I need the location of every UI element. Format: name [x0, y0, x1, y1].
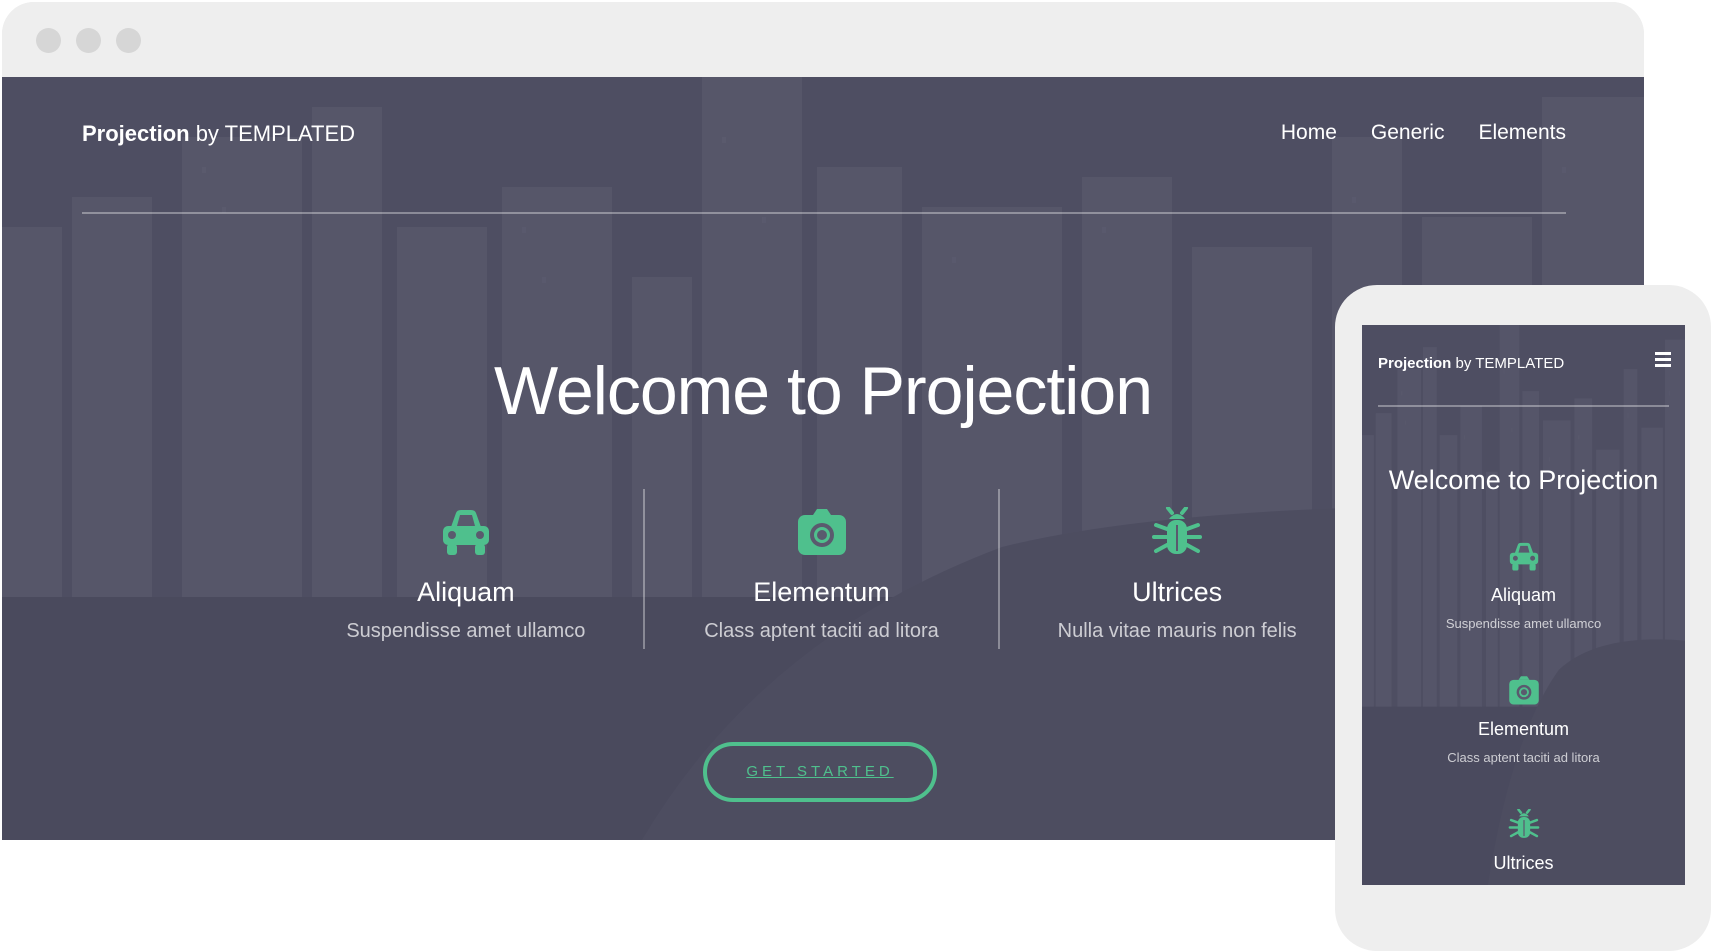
window-maximize-dot[interactable] — [116, 28, 141, 53]
feature-elementum: Elementum Class aptent taciti ad litora — [642, 489, 999, 649]
feature-ultrices: Ultrices Nulla vitae mauris non felis — [998, 489, 1354, 649]
feature-subtitle: Suspendisse amet ullamco — [1445, 616, 1602, 631]
brand-name: Projection — [82, 121, 190, 146]
feature-title: Aliquam — [1490, 585, 1557, 605]
bug-icon — [1507, 809, 1541, 841]
feature-subtitle: Class aptent taciti ad litora — [704, 620, 939, 642]
feature-title: Elementum — [753, 577, 890, 607]
window-minimize-dot[interactable] — [76, 28, 101, 53]
main-nav: Home Generic Elements — [1281, 121, 1566, 145]
car-icon — [1507, 541, 1541, 573]
camera-icon — [795, 507, 849, 559]
mobile-site-brand[interactable]: Projection by TEMPLATED — [1378, 355, 1564, 372]
browser-title-bar — [2, 2, 1644, 77]
mobile-feature-aliquam: Aliquam Suspendisse amet ullamco — [1362, 541, 1685, 631]
mobile-feature-elementum: Elementum Class aptent taciti ad litora — [1362, 675, 1685, 765]
header-divider — [82, 212, 1566, 214]
hamburger-icon[interactable] — [1655, 351, 1671, 367]
site-brand[interactable]: Projection by TEMPLATED — [82, 121, 355, 147]
mobile-feature-ultrices: Ultrices — [1362, 809, 1685, 874]
brand-byline: by TEMPLATED — [1451, 355, 1565, 372]
feature-title: Ultrices — [1132, 577, 1223, 607]
feature-title: Ultrices — [1493, 853, 1554, 873]
nav-home[interactable]: Home — [1281, 121, 1337, 145]
brand-byline: by TEMPLATED — [189, 121, 356, 146]
mobile-hero-title: Welcome to Projection — [1388, 465, 1659, 495]
feature-subtitle: Suspendisse amet ullamco — [346, 620, 586, 642]
feature-title: Aliquam — [417, 577, 515, 607]
mobile-phone-mockup: Projection by TEMPLATED Welcome to Proje… — [1335, 285, 1711, 951]
feature-title: Elementum — [1477, 719, 1570, 739]
brand-name: Projection — [1378, 355, 1452, 372]
feature-subtitle: Class aptent taciti ad litora — [1447, 750, 1600, 765]
mobile-header-divider — [1378, 405, 1669, 407]
get-started-button[interactable]: GET STARTED — [703, 742, 937, 802]
nav-generic[interactable]: Generic — [1371, 121, 1445, 145]
window-close-dot[interactable] — [36, 28, 61, 53]
nav-elements[interactable]: Elements — [1478, 121, 1566, 145]
feature-list: Aliquam Suspendisse amet ullamco Element… — [289, 489, 1354, 649]
camera-icon — [1507, 675, 1541, 707]
feature-subtitle: Nulla vitae mauris non felis — [1057, 620, 1297, 642]
car-icon — [439, 507, 493, 559]
bug-icon — [1150, 507, 1204, 559]
mobile-screen: Projection by TEMPLATED Welcome to Proje… — [1362, 325, 1685, 885]
feature-aliquam: Aliquam Suspendisse amet ullamco — [289, 489, 643, 649]
